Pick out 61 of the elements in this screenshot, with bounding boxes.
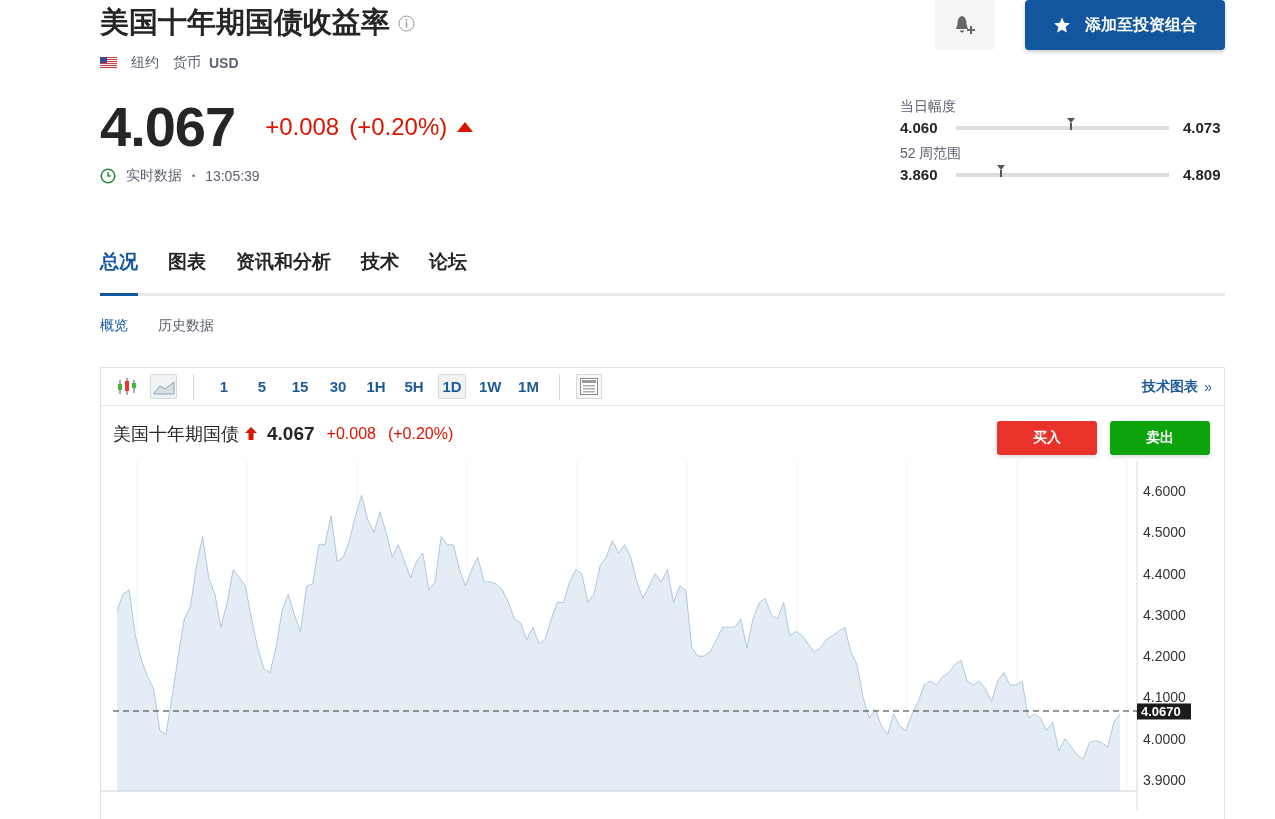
range-high: 4.809 [1183, 166, 1222, 183]
last-price: 4.067 [100, 94, 236, 159]
chart-type-button[interactable] [150, 374, 177, 399]
ref-line-label: 4.0670 [1141, 703, 1181, 719]
chart-price: 4.067 [267, 422, 315, 445]
realtime-label: 实时数据 [126, 167, 182, 185]
area-chart-icon [152, 378, 175, 395]
interval-button[interactable]: 30 [324, 374, 352, 399]
chart-percent-change: (+0.20%) [387, 424, 454, 443]
exchange-label: 纽约 [131, 54, 159, 72]
quote-time: 13:05:39 [205, 168, 260, 184]
add-to-portfolio-button[interactable]: 添加至投资组合 [1025, 0, 1225, 50]
interval-button[interactable]: 1M [514, 374, 543, 399]
y-tick-label: 4.4000 [1143, 565, 1186, 582]
table-icon [579, 378, 598, 395]
price-change: +0.008 [265, 112, 340, 141]
interval-button[interactable]: 1D [438, 374, 466, 399]
y-tick-label: 3.9000 [1143, 771, 1186, 788]
technical-chart-link[interactable]: 技术图表 [1142, 377, 1199, 396]
interval-button[interactable]: 1W [476, 374, 505, 399]
sub-tab[interactable]: 概览 [100, 314, 128, 337]
bell-plus-icon [954, 15, 976, 35]
range-high: 4.073 [1183, 119, 1222, 136]
percent-change: (+0.20%) [349, 112, 448, 141]
current-price-label: 4.0670 [1137, 703, 1191, 720]
range-low: 3.860 [900, 166, 939, 183]
y-tick-label: 4.0000 [1143, 730, 1186, 747]
interval-button[interactable]: 5 [248, 374, 276, 399]
candlestick-icon [116, 376, 137, 397]
range-label: 当日幅度 [900, 98, 957, 116]
currency-value: USD [209, 55, 239, 71]
section-tab[interactable]: 资讯和分析 [236, 245, 331, 296]
interval-button[interactable]: 1H [362, 374, 390, 399]
chevron-icon: » [1204, 378, 1212, 395]
section-tab[interactable]: 技术 [361, 245, 399, 296]
separator-dot: • [192, 171, 196, 181]
interval-button[interactable]: 15 [286, 374, 314, 399]
star-icon [1053, 16, 1071, 34]
clock-icon [100, 168, 116, 184]
currency-label: 货币 [173, 54, 201, 72]
chart-price-change: +0.008 [326, 424, 376, 443]
section-tab[interactable]: 图表 [168, 245, 206, 296]
range-label: 52 周范围 [900, 145, 963, 163]
y-tick-label: 4.1000 [1143, 689, 1186, 706]
flag-icon [100, 57, 117, 69]
info-icon[interactable] [398, 14, 415, 32]
page-title: 美国十年期国债收益率 [100, 5, 390, 40]
interval-button[interactable]: 1 [210, 374, 238, 399]
buy-button[interactable]: 买入 [997, 420, 1097, 455]
y-tick-label: 4.5000 [1143, 524, 1186, 541]
sub-tab[interactable]: 历史数据 [158, 314, 214, 337]
chart-instrument-name: 美国十年期国债 [113, 422, 239, 446]
section-tab[interactable]: 论坛 [429, 245, 467, 296]
y-tick-label: 4.6000 [1143, 483, 1186, 500]
interval-button[interactable]: 5H [400, 374, 428, 399]
alert-button[interactable] [935, 0, 995, 50]
y-tick-label: 4.3000 [1143, 606, 1186, 623]
range-low: 4.060 [900, 119, 939, 136]
layout-button[interactable] [575, 374, 602, 399]
y-tick-label: 4.2000 [1143, 648, 1186, 665]
section-tab[interactable]: 总况 [100, 245, 138, 296]
